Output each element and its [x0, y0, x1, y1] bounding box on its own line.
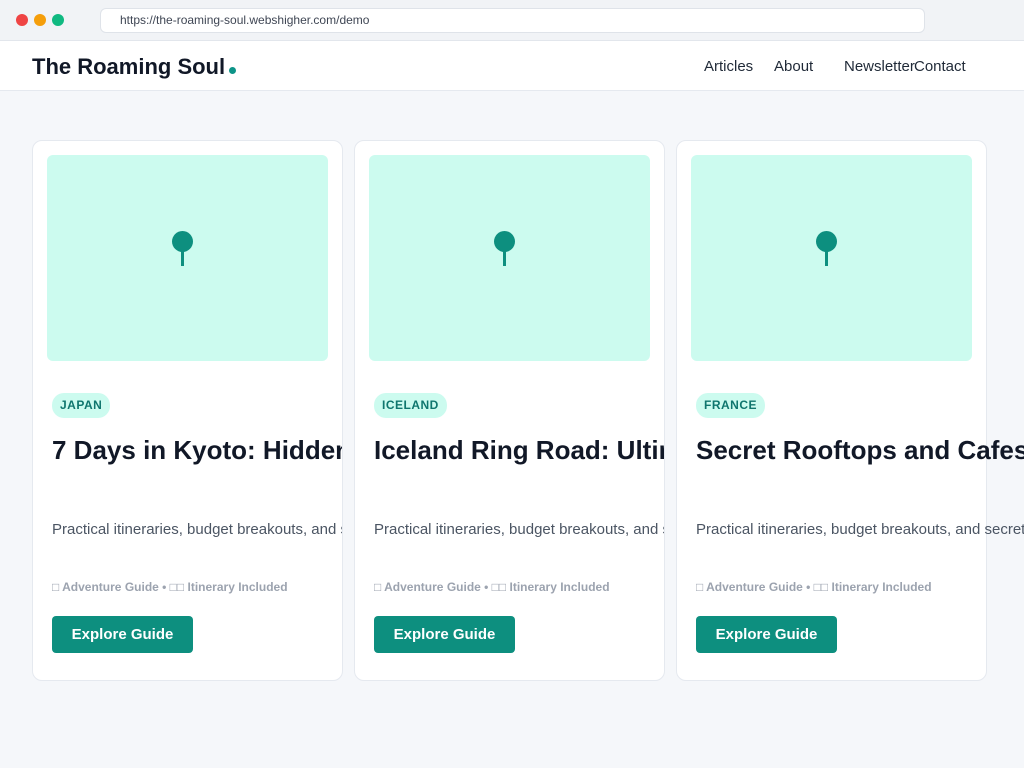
map-pin-stem [181, 250, 184, 266]
browser-chrome: https://the-roaming-soul.webshigher.com/… [0, 0, 1024, 41]
minimize-window-button[interactable] [34, 14, 46, 26]
nav-link-about[interactable]: About [774, 58, 813, 75]
explore-guide-button[interactable]: Explore Guide [52, 616, 193, 653]
card-meta: □ Adventure Guide • □□ Itinerary Include… [696, 580, 932, 594]
brand-name: The Roaming Soul [32, 54, 226, 79]
maximize-window-button[interactable] [52, 14, 64, 26]
card-thumbnail[interactable] [47, 155, 328, 361]
card-meta: □ Adventure Guide • □□ Itinerary Include… [374, 580, 610, 594]
nav-link-contact[interactable]: Contact [914, 58, 966, 75]
country-tag: ICELAND [374, 393, 447, 418]
country-tag: FRANCE [696, 393, 765, 418]
explore-guide-button[interactable]: Explore Guide [374, 616, 515, 653]
article-card: FRANCE Secret Rooftops and Cafes Practic… [676, 140, 1024, 681]
explore-guide-button[interactable]: Explore Guide [696, 616, 837, 653]
map-pin-icon [494, 231, 515, 252]
article-card: JAPAN 7 Days in Kyoto: Hidden Practical … [32, 140, 343, 681]
card-thumbnail[interactable] [369, 155, 650, 361]
card-content: JAPAN 7 Days in Kyoto: Hidden Practical … [33, 141, 343, 680]
card-description: Practical itineraries, budget breakouts,… [696, 521, 1024, 538]
card-title[interactable]: Iceland Ring Road: Ultim [374, 435, 664, 466]
card-content: FRANCE Secret Rooftops and Cafes Practic… [677, 141, 1024, 682]
card-meta: □ Adventure Guide • □□ Itinerary Include… [52, 580, 288, 594]
nav-link-newsletter[interactable]: Newsletter [844, 58, 915, 75]
country-tag: JAPAN [52, 393, 111, 418]
map-pin-icon [816, 231, 837, 252]
article-card: ICELAND Iceland Ring Road: Ultim Practic… [354, 140, 665, 681]
close-window-button[interactable] [16, 14, 28, 26]
map-pin-stem [503, 250, 506, 266]
address-bar[interactable]: https://the-roaming-soul.webshigher.com/… [100, 8, 925, 33]
map-pin-stem [825, 250, 828, 266]
card-content: ICELAND Iceland Ring Road: Ultim Practic… [355, 141, 665, 680]
site-logo[interactable]: The Roaming Soul [32, 54, 237, 80]
card-description: Practical itineraries, budget breakouts,… [374, 521, 665, 538]
card-title[interactable]: Secret Rooftops and Cafes [696, 435, 1024, 466]
card-thumbnail[interactable] [691, 155, 972, 361]
map-pin-icon [172, 231, 193, 252]
site-header: The Roaming Soul Articles About Newslett… [0, 41, 1024, 91]
card-title[interactable]: 7 Days in Kyoto: Hidden [52, 435, 342, 466]
card-description: Practical itineraries, budget breakouts,… [52, 521, 343, 538]
brand-dot-icon [229, 66, 237, 74]
nav-link-articles[interactable]: Articles [704, 58, 753, 75]
